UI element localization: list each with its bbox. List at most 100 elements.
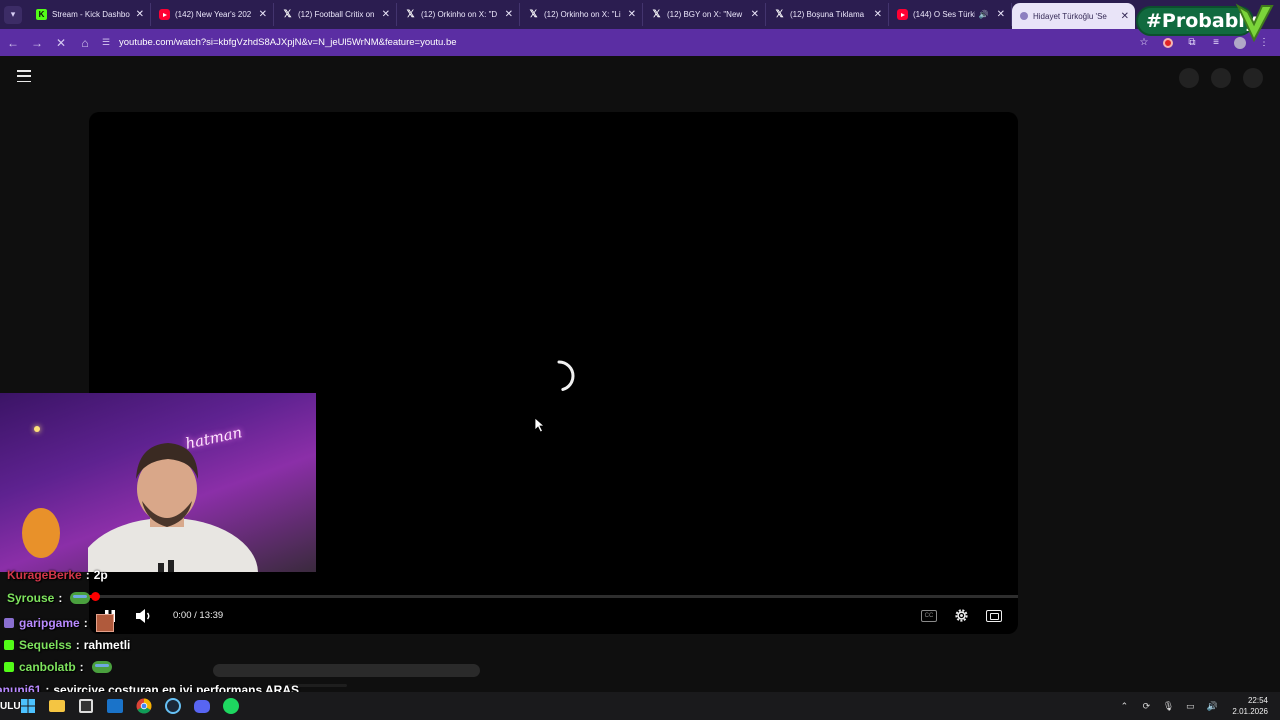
tab-title: (142) New Year's 202 <box>175 10 252 19</box>
discord-icon[interactable] <box>192 696 212 716</box>
arrow-left-icon: ← <box>7 35 19 50</box>
x-icon: 𝕏 <box>406 9 415 20</box>
settings-gear-icon[interactable] <box>953 607 970 624</box>
x-icon: 𝕏 <box>529 9 538 20</box>
back-button[interactable]: ← <box>2 32 24 54</box>
x-icon: 𝕏 <box>775 9 784 20</box>
browser-tab[interactable]: 𝕏 (12) BGY on X: "New ✕ <box>643 3 766 26</box>
browser-tab[interactable]: 𝕏 (12) Orkinho on X: "D ✕ <box>397 3 520 26</box>
system-tray: ⌃ ⟳ 🎙 ▭ 🔊 22:54 2.01.2026 <box>1118 695 1280 717</box>
x-icon: 𝕏 <box>652 9 661 20</box>
tab-close-icon[interactable]: ✕ <box>259 9 267 20</box>
browser-tab[interactable]: Hidayet Türkoğlu 'Se ✕ <box>1012 3 1135 29</box>
home-icon: ⌂ <box>81 35 89 50</box>
tab-close-icon[interactable]: ✕ <box>997 9 1005 20</box>
account-avatar[interactable] <box>1243 68 1263 88</box>
tab-title: (144) O Ses Türki <box>913 10 975 19</box>
clock-date: 2.01.2026 <box>1232 707 1268 716</box>
forward-button[interactable]: → <box>26 32 48 54</box>
browser-tab[interactable]: K Stream - Kick Dashbo ✕ <box>28 3 151 26</box>
chat-username: canbolatb <box>19 660 76 674</box>
chat-separator: : <box>75 638 80 652</box>
screen: ▾ K Stream - Kick Dashbo ✕ (142) New Year's… <box>0 0 1280 720</box>
chat-message: garipgame: <box>4 614 114 632</box>
spotify-icon[interactable] <box>221 696 241 716</box>
speaker-icon[interactable]: 🔊 <box>1206 700 1218 712</box>
stop-loading-button[interactable]: ✕ <box>50 32 72 54</box>
streamer-figure <box>88 443 258 572</box>
tab-close-icon[interactable]: ✕ <box>628 9 636 20</box>
mouse-cursor-icon <box>534 417 546 433</box>
browser-tab[interactable]: (142) New Year's 202 ✕ <box>151 3 274 26</box>
notifications-icon[interactable] <box>1211 68 1231 88</box>
face-emote-icon <box>95 614 114 632</box>
chat-badge-icon <box>4 640 14 650</box>
x-icon: 𝕏 <box>283 9 292 20</box>
create-icon[interactable] <box>1179 68 1199 88</box>
tab-close-icon[interactable]: ✕ <box>136 9 144 20</box>
microphone-icon[interactable]: 🎙 <box>1162 700 1174 712</box>
outlook-icon[interactable] <box>105 696 125 716</box>
tab-title: Hidayet Türkoğlu 'Se <box>1033 11 1107 21</box>
media-controls-icon[interactable]: ≡ <box>1208 35 1224 51</box>
tab-close-icon[interactable]: ✕ <box>1121 11 1129 22</box>
browser-tab[interactable]: 𝕏 (12) Boşuna Tıklama ✕ <box>766 3 889 26</box>
tab-title: (12) Football Critix on <box>298 10 375 19</box>
chat-username: garipgame <box>19 616 80 630</box>
browser-toolbar: ← → ✕ ⌂ ☰ youtube.com/watch?si=kbfgVzhdS… <box>0 29 1280 56</box>
extensions-icon[interactable]: ⧉ <box>1184 35 1200 51</box>
chat-separator: : <box>83 616 88 630</box>
menu-icon[interactable] <box>17 70 31 82</box>
tab-search-button[interactable]: ▾ <box>4 5 22 24</box>
bookmark-star-icon[interactable]: ☆ <box>1136 35 1152 51</box>
site-info-icon[interactable]: ☰ <box>102 37 114 48</box>
tab-title: (12) Boşuna Tıklama <box>790 10 865 19</box>
chat-separator: : <box>58 591 63 605</box>
tab-audio-icon[interactable]: 🔊 <box>979 10 989 19</box>
taskbar-left-label: ULU <box>0 700 21 712</box>
arrow-right-icon: → <box>31 35 43 50</box>
chat-text: 2p <box>93 568 108 582</box>
chat-username: Sequelss <box>19 638 72 652</box>
chat-separator: : <box>79 660 84 674</box>
tab-close-icon[interactable]: ✕ <box>382 9 390 20</box>
file-explorer-icon[interactable] <box>47 696 67 716</box>
store-icon[interactable] <box>76 696 96 716</box>
browser-tab-strip: ▾ K Stream - Kick Dashbo ✕ (142) New Year's… <box>0 0 1280 29</box>
browser-tab[interactable]: (144) O Ses Türki 🔊 ✕ <box>889 3 1012 26</box>
chat-message: KurageBerke:2p <box>7 568 108 582</box>
display-icon[interactable]: ▭ <box>1184 700 1196 712</box>
sync-icon[interactable]: ⟳ <box>1140 700 1152 712</box>
tab-close-icon[interactable]: ✕ <box>874 9 882 20</box>
chevron-down-icon: ▾ <box>10 9 16 19</box>
chrome-icon[interactable] <box>134 696 154 716</box>
plush-toy <box>22 508 60 558</box>
webcam-overlay: hatman <box>0 393 316 572</box>
tab-title: Stream - Kick Dashbo <box>52 10 130 19</box>
frog-emote-icon <box>91 661 112 673</box>
tab-title: (12) Orkinho on X: "D <box>421 10 498 19</box>
windows-start-icon[interactable] <box>18 696 38 716</box>
steam-icon[interactable] <box>163 696 183 716</box>
chat-text: rahmetli <box>83 638 131 652</box>
chevron-up-icon[interactable]: ⌃ <box>1118 700 1130 712</box>
tab-close-icon[interactable]: ✕ <box>751 9 759 20</box>
stream-chat-overlay: KurageBerke:2p Syrouse: garipgame: Sequelss… <box>0 564 330 700</box>
address-bar[interactable]: ☰ youtube.com/watch?si=kbfgVzhdS8AJXpjN&… <box>102 32 1132 54</box>
chat-badge-icon <box>4 618 14 628</box>
extension-record-icon[interactable] <box>1160 35 1176 51</box>
chat-message: Sequelss: rahmetli <box>4 638 130 652</box>
subtitles-icon[interactable]: CC <box>921 610 937 622</box>
home-button[interactable]: ⌂ <box>74 32 96 54</box>
browser-tab[interactable]: 𝕏 (12) Football Critix on ✕ <box>274 3 397 26</box>
theater-mode-icon[interactable] <box>986 610 1002 622</box>
chat-username: Syrouse <box>7 591 55 605</box>
chat-username: KurageBerke <box>7 568 82 582</box>
youtube-icon <box>159 9 170 20</box>
tab-title: (12) BGY on X: "New <box>667 10 743 19</box>
frog-emote-icon <box>70 592 91 604</box>
browser-tab[interactable]: 𝕏 (12) Orkinho on X: "Li ✕ <box>520 3 643 26</box>
chat-message: canbolatb: <box>4 660 112 674</box>
clock[interactable]: 22:54 2.01.2026 <box>1232 695 1268 717</box>
tab-close-icon[interactable]: ✕ <box>505 9 513 20</box>
